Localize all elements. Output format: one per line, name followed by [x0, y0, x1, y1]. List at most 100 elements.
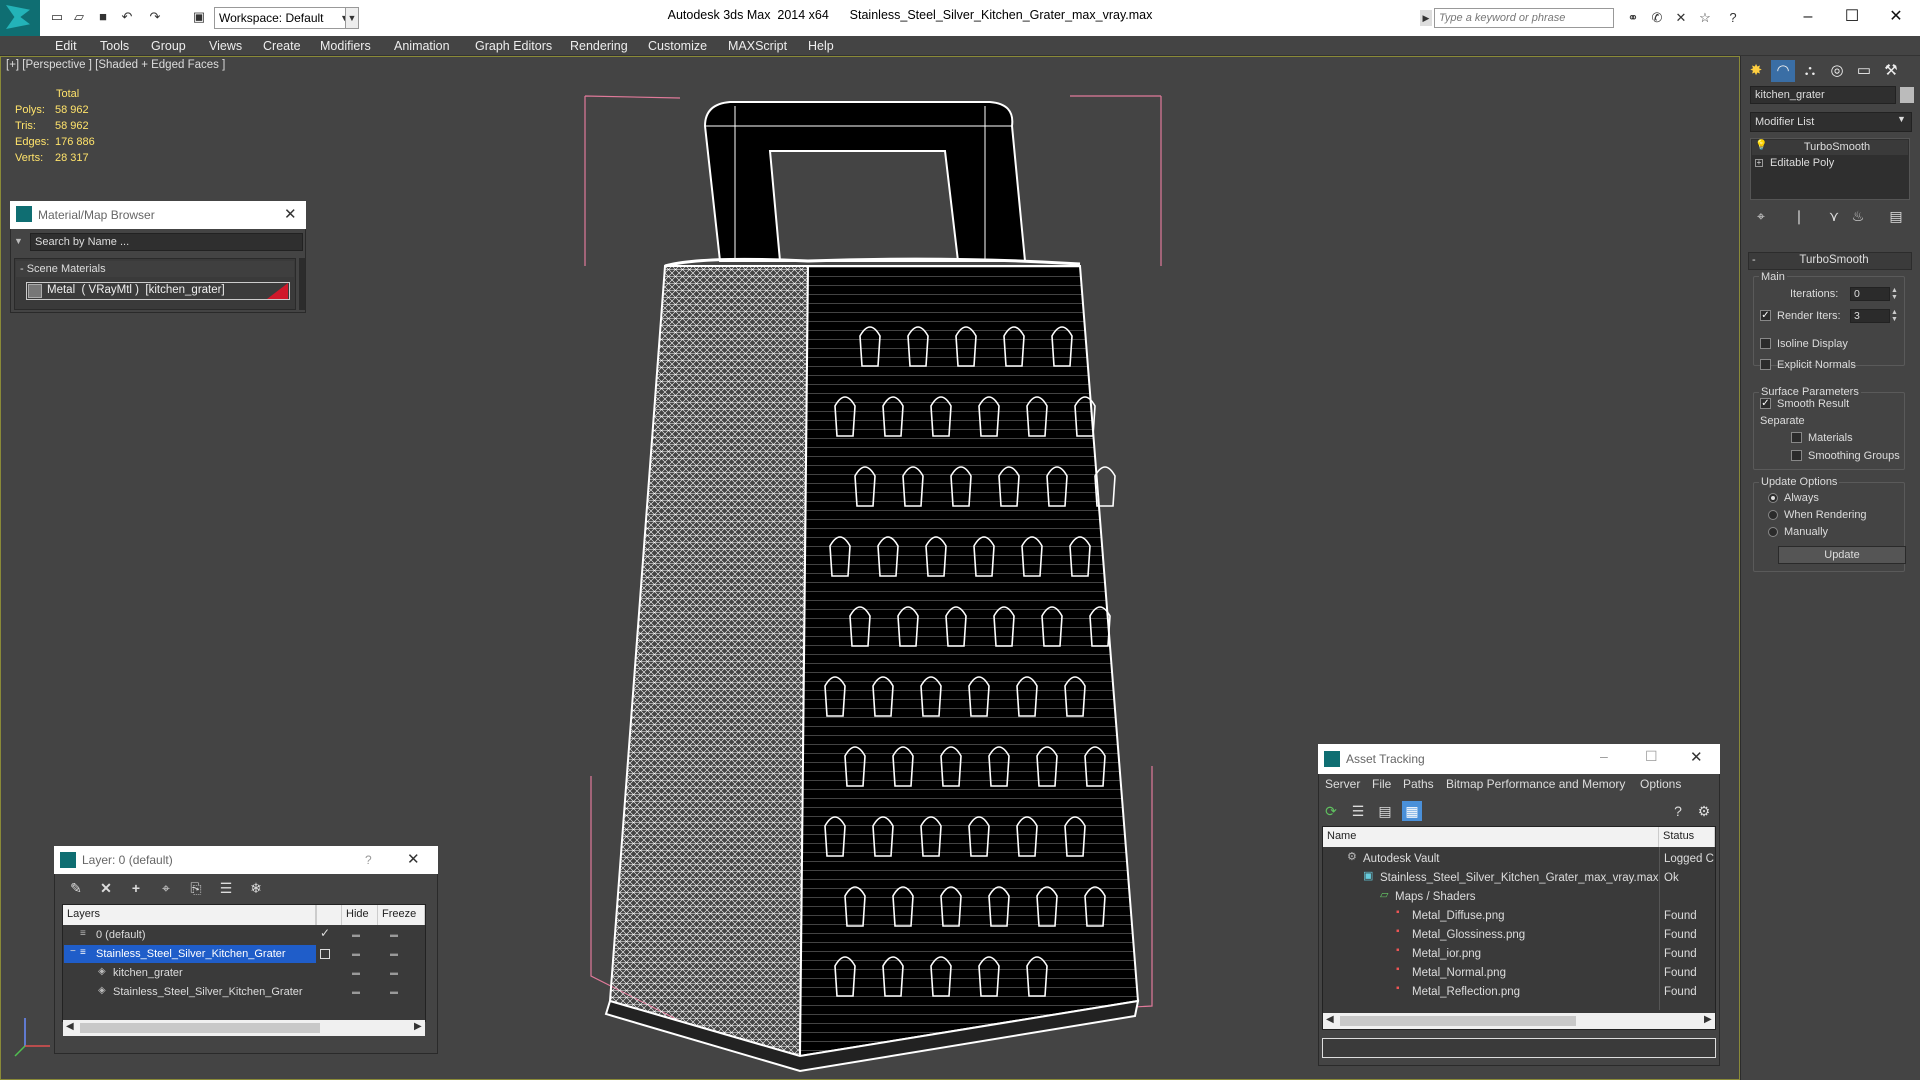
create-layer-icon[interactable]: ✎	[66, 878, 86, 898]
render-iters-spinner[interactable]: 3	[1850, 309, 1890, 323]
asset-menu-bitmap[interactable]: Bitmap Performance and Memory	[1446, 777, 1625, 791]
freeze-column-header[interactable]: Freeze	[378, 905, 425, 925]
freeze-all-layers-icon[interactable]: ❄	[246, 878, 266, 898]
set-current-toggle[interactable]	[320, 949, 330, 959]
asset-row-name[interactable]: Metal_ior.png	[1412, 946, 1481, 962]
hide-toggle[interactable]: ▬	[352, 930, 360, 939]
collapse-icon[interactable]: −	[70, 946, 76, 957]
expand-icon[interactable]: +	[1755, 159, 1763, 167]
favorites-star-icon[interactable]: ☆	[1696, 10, 1714, 26]
add-to-layer-icon[interactable]: +	[126, 878, 146, 898]
minimize-button[interactable]: –	[1786, 4, 1830, 30]
search-input[interactable]: Type a keyword or phrase	[1434, 8, 1614, 28]
when-rendering-radio[interactable]	[1768, 510, 1778, 520]
asset-menu-options[interactable]: Options	[1640, 777, 1681, 791]
asset-maximize-button[interactable]: ☐	[1645, 748, 1658, 765]
binoculars-icon[interactable]: ⚭	[1624, 10, 1642, 26]
table-view-icon[interactable]: ▦	[1402, 801, 1422, 821]
create-tab-icon[interactable]: ✸	[1744, 60, 1768, 82]
asset-row-name[interactable]: Maps / Shaders	[1395, 889, 1476, 905]
layer-help-button[interactable]: ?	[365, 853, 372, 867]
show-end-result-icon[interactable]: ❘	[1789, 206, 1809, 226]
workspace-dropdown[interactable]: Workspace: Default▼	[214, 7, 352, 29]
undo-icon[interactable]: ↶	[118, 9, 136, 25]
menu-maxscript[interactable]: MAXScript	[728, 37, 787, 55]
scroll-left-icon[interactable]: ◀	[66, 1021, 74, 1032]
remove-modifier-icon[interactable]: ♨	[1848, 206, 1868, 226]
scene-materials-header[interactable]: - Scene Materials	[16, 261, 294, 277]
hierarchy-tab-icon[interactable]: ⛬	[1798, 60, 1822, 82]
scroll-left-icon[interactable]: ◀	[1326, 1014, 1334, 1025]
modifier-list-dropdown[interactable]: Modifier List	[1750, 112, 1912, 132]
maximize-button[interactable]: ☐	[1830, 4, 1874, 30]
pin-stack-icon[interactable]: ⌖	[1751, 206, 1771, 226]
asset-row-name[interactable]: Autodesk Vault	[1363, 851, 1440, 867]
refresh-icon[interactable]: ⟳	[1321, 801, 1341, 821]
menu-edit[interactable]: Edit	[55, 37, 77, 55]
scroll-right-icon[interactable]: ▶	[1704, 1014, 1712, 1025]
freeze-toggle[interactable]: ▬	[390, 930, 398, 939]
asset-row-name[interactable]: Stainless_Steel_Silver_Kitchen_Grater_ma…	[1380, 870, 1658, 886]
make-unique-icon[interactable]: ⋎	[1824, 206, 1844, 226]
asset-row-name[interactable]: Metal_Glossiness.png	[1412, 927, 1525, 943]
layer-panel-close-icon[interactable]: ✕	[407, 850, 420, 868]
asset-path-field[interactable]	[1322, 1038, 1716, 1058]
layer-scroll-thumb[interactable]	[80, 1023, 320, 1033]
tools-icon[interactable]: ✕	[1672, 10, 1690, 26]
manually-radio[interactable]	[1768, 527, 1778, 537]
menu-graph-editors[interactable]: Graph Editors	[475, 37, 552, 55]
utilities-tab-icon[interactable]: ⚒	[1879, 60, 1903, 82]
freeze-toggle[interactable]: ▬	[390, 949, 398, 958]
asset-row-name[interactable]: Metal_Normal.png	[1412, 965, 1506, 981]
hide-column-header[interactable]: Hide	[342, 905, 378, 925]
hide-toggle[interactable]: ▬	[352, 949, 360, 958]
highlight-layer-icon[interactable]: ⎘	[186, 878, 206, 898]
asset-row-name[interactable]: Metal_Diffuse.png	[1412, 908, 1504, 924]
delete-layer-icon[interactable]: ✕	[96, 878, 116, 898]
lightbulb-icon[interactable]: 💡	[1755, 140, 1767, 151]
spinner-arrows-icon[interactable]: ▲ ▼	[1891, 287, 1898, 301]
menu-create[interactable]: Create	[263, 37, 301, 55]
quick-access-menu-icon[interactable]: ▼	[345, 7, 359, 29]
asset-scroll-thumb[interactable]	[1340, 1016, 1576, 1026]
detail-view-icon[interactable]: ▤	[1375, 801, 1395, 821]
object-color-swatch[interactable]	[1900, 87, 1914, 103]
close-button[interactable]: ✕	[1874, 4, 1918, 30]
hide-all-layers-icon[interactable]: ☰	[216, 878, 236, 898]
menu-tools[interactable]: Tools	[100, 37, 129, 55]
asset-settings-icon[interactable]: ⚙	[1694, 801, 1714, 821]
menu-help[interactable]: Help	[808, 37, 834, 55]
freeze-toggle[interactable]: ▬	[390, 987, 398, 996]
freeze-toggle[interactable]: ▬	[390, 968, 398, 977]
material-search-input[interactable]: Search by Name ...	[30, 233, 303, 251]
new-file-icon[interactable]: ▭	[48, 9, 66, 25]
layer-row-label[interactable]: Stainless_Steel_Silver_Kitchen_Grater	[113, 984, 303, 1000]
smoothing-groups-checkbox[interactable]	[1791, 450, 1802, 461]
render-iters-checkbox[interactable]: ✓	[1760, 310, 1771, 321]
modifier-stack-item[interactable]: Editable Poly	[1770, 157, 1834, 169]
explicit-normals-checkbox[interactable]	[1760, 359, 1771, 370]
materials-checkbox[interactable]	[1791, 432, 1802, 443]
menu-rendering[interactable]: Rendering	[570, 37, 628, 55]
list-view-icon[interactable]: ☰	[1348, 801, 1368, 821]
project-folder-icon[interactable]: ▣	[190, 9, 208, 25]
collapse-icon[interactable]: -	[1752, 254, 1756, 266]
configure-modifier-sets-icon[interactable]: ▤	[1886, 206, 1906, 226]
material-list-scrollbar[interactable]	[299, 258, 305, 310]
menu-views[interactable]: Views	[209, 37, 242, 55]
asset-menu-server[interactable]: Server	[1325, 777, 1360, 791]
redo-icon[interactable]: ↷	[146, 9, 164, 25]
spinner-arrows-icon[interactable]: ▲ ▼	[1891, 309, 1898, 323]
update-button[interactable]: Update	[1778, 546, 1906, 564]
search-expand-icon[interactable]: ▶	[1420, 10, 1432, 26]
always-radio[interactable]	[1768, 493, 1778, 503]
hide-toggle[interactable]: ▬	[352, 987, 360, 996]
help-icon[interactable]: ?	[1724, 10, 1742, 26]
motion-tab-icon[interactable]: ◎	[1825, 60, 1849, 82]
menu-modifiers[interactable]: Modifiers	[320, 37, 371, 55]
modifier-stack-item[interactable]: TurboSmooth	[1772, 141, 1902, 153]
layer-row-label[interactable]: kitchen_grater	[113, 965, 183, 981]
object-name-field[interactable]: kitchen_grater	[1750, 86, 1896, 104]
smooth-result-checkbox[interactable]: ✓	[1760, 398, 1771, 409]
asset-menu-file[interactable]: File	[1372, 777, 1391, 791]
